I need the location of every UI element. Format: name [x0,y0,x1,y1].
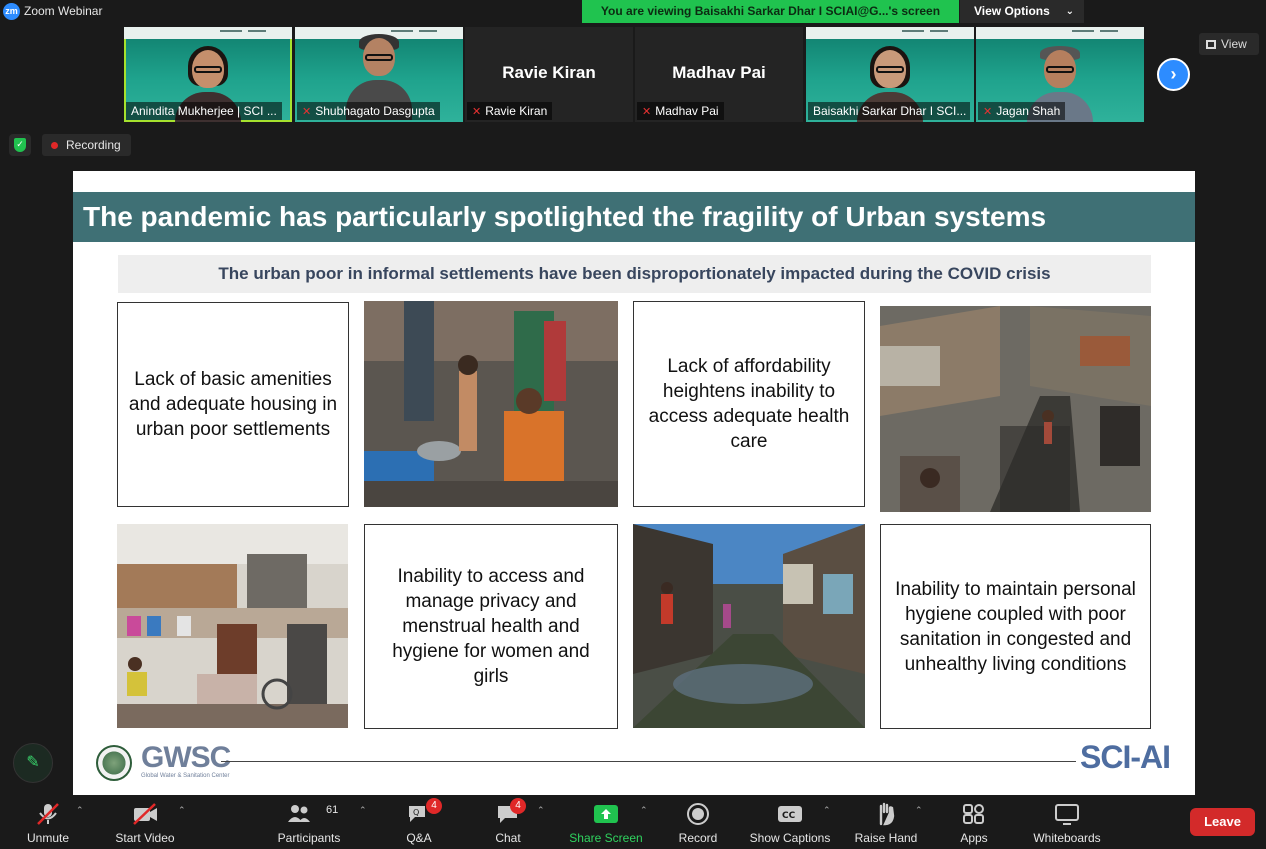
title-bar: zm Zoom Webinar You are viewing Baisakhi… [0,0,1266,24]
participant-name: Anindita Mukherjee | SCI ... [126,102,282,120]
chevron-up-icon: ⌃ [178,805,186,815]
participant-name: ✕ Madhav Pai [637,102,724,120]
record-icon [687,803,709,825]
zoom-logo-icon: zm [3,3,20,20]
chat-options-caret[interactable]: ⌃ [535,795,547,849]
participant-display-name: Ravie Kiran [502,63,596,82]
chevron-up-icon: ⌃ [76,805,84,815]
apps-icon [963,804,984,824]
view-options-label: View Options [974,4,1050,18]
mic-off-icon: ✕ [472,106,482,118]
captions-options-caret[interactable]: ⌃ [821,795,833,849]
participant-name: ✕ Shubhagato Dasgupta [297,102,440,120]
participant-tile[interactable]: ✕ Jagan Shah [976,27,1144,122]
share-screen-icon [594,805,618,823]
raise-hand-button[interactable]: Raise Hand [852,795,920,849]
gwsc-logo: GWSC [141,741,231,774]
chevron-up-icon: ⌃ [823,805,831,815]
slide-preview [976,27,1144,39]
participant-tile[interactable]: ✕ Shubhagato Dasgupta [295,27,463,122]
apps-button[interactable]: Apps [950,795,998,849]
gwsc-logo-subtitle: Global Water & Sanitation Center [141,773,230,779]
grid-view-icon [1206,40,1216,49]
whiteboard-icon [1055,804,1079,825]
recording-dot-icon [51,142,58,149]
leave-button[interactable]: Leave [1190,808,1255,836]
screen-share-banner: You are viewing Baisakhi Sarkar Dhar I S… [582,0,959,23]
chevron-right-icon: › [1170,64,1177,84]
reactions-options-caret[interactable]: ⌃ [913,795,925,849]
slum-photo [633,524,865,728]
security-shield-icon[interactable]: ✓ [9,134,31,156]
zoom-window: zm Zoom Webinar You are viewing Baisakhi… [0,0,1266,849]
chat-badge: 4 [510,798,526,814]
video-options-caret[interactable]: ⌃ [176,795,188,849]
next-participants-button[interactable]: › [1157,58,1190,91]
slum-photo [364,301,618,507]
svg-text:Q: Q [413,808,419,817]
shared-screen-slide: The pandemic has particularly spotlighte… [73,171,1195,795]
video-off-icon [133,803,157,825]
share-options-caret[interactable]: ⌃ [638,795,650,849]
participant-tile[interactable]: Anindita Mukherjee | SCI ... [124,27,292,122]
audio-options-caret[interactable]: ⌃ [74,795,86,849]
slide-title: The pandemic has particularly spotlighte… [73,192,1195,242]
text-box: Lack of basic amenities and adequate hou… [117,302,349,507]
share-screen-button[interactable]: Share Screen [565,795,647,849]
slum-photo [880,306,1151,512]
participant-tile[interactable]: Ravie Kiran ✕ Ravie Kiran [465,27,633,122]
raise-hand-icon [879,802,895,826]
participants-options-caret[interactable]: ⌃ [357,795,369,849]
record-button[interactable]: Record [673,795,723,849]
participant-tile[interactable]: Madhav Pai ✕ Madhav Pai [635,27,803,122]
institute-seal-logo [96,745,132,781]
start-video-button[interactable]: Start Video [108,795,182,849]
participants-count: 61 [326,804,339,816]
participant-display-name: Madhav Pai [672,63,766,82]
participant-name: Baisakhi Sarkar Dhar I SCI... [808,102,970,120]
annotate-pen-icon[interactable]: ✎ [13,743,53,783]
sciai-logo: SCI-AI [1080,739,1171,775]
slide-preview [806,27,974,39]
text-box: Inability to access and manage privacy a… [364,524,618,729]
participant-tile[interactable]: Baisakhi Sarkar Dhar I SCI... [806,27,974,122]
participant-video [344,32,414,120]
chat-button[interactable]: 4 Chat [486,795,530,849]
svg-text:CC: CC [782,811,796,821]
chevron-up-icon: ⌃ [640,805,648,815]
participants-button[interactable]: 61 Participants [272,795,346,849]
view-options-button[interactable]: View Options ⌄ [960,0,1084,23]
app-title: Zoom Webinar [24,4,103,18]
unmute-button[interactable]: Unmute [14,795,82,849]
mic-off-icon: ✕ [302,106,312,118]
text-box: Inability to maintain personal hygiene c… [880,524,1151,729]
slide-preview [124,27,292,39]
footer-divider [221,761,1076,762]
slide-subtitle: The urban poor in informal settlements h… [118,255,1151,293]
meeting-toolbar: Unmute ⌃ Start Video ⌃ 61 Participants ⌃ [0,795,1266,849]
participants-icon [287,805,310,822]
qa-badge: 4 [426,798,442,814]
participant-name: ✕ Ravie Kiran [467,102,553,120]
recording-indicator[interactable]: Recording [42,134,131,156]
view-button[interactable]: View [1199,33,1259,55]
mic-off-icon: ✕ [642,106,652,118]
chevron-up-icon: ⌃ [359,805,367,815]
slum-photo [117,524,348,728]
chevron-up-icon: ⌃ [537,805,545,815]
chevron-up-icon: ⌃ [915,805,923,815]
participant-name: ✕ Jagan Shah [978,102,1066,120]
mic-off-icon: ✕ [983,106,993,118]
captions-cc-icon: CC [778,806,802,822]
whiteboards-button[interactable]: Whiteboards [1026,795,1108,849]
text-box: Lack of affordability heightens inabilit… [633,301,865,507]
chevron-down-icon: ⌄ [1065,6,1074,17]
mic-muted-icon [37,803,59,825]
qa-button[interactable]: Q 4 Q&A [398,795,442,849]
